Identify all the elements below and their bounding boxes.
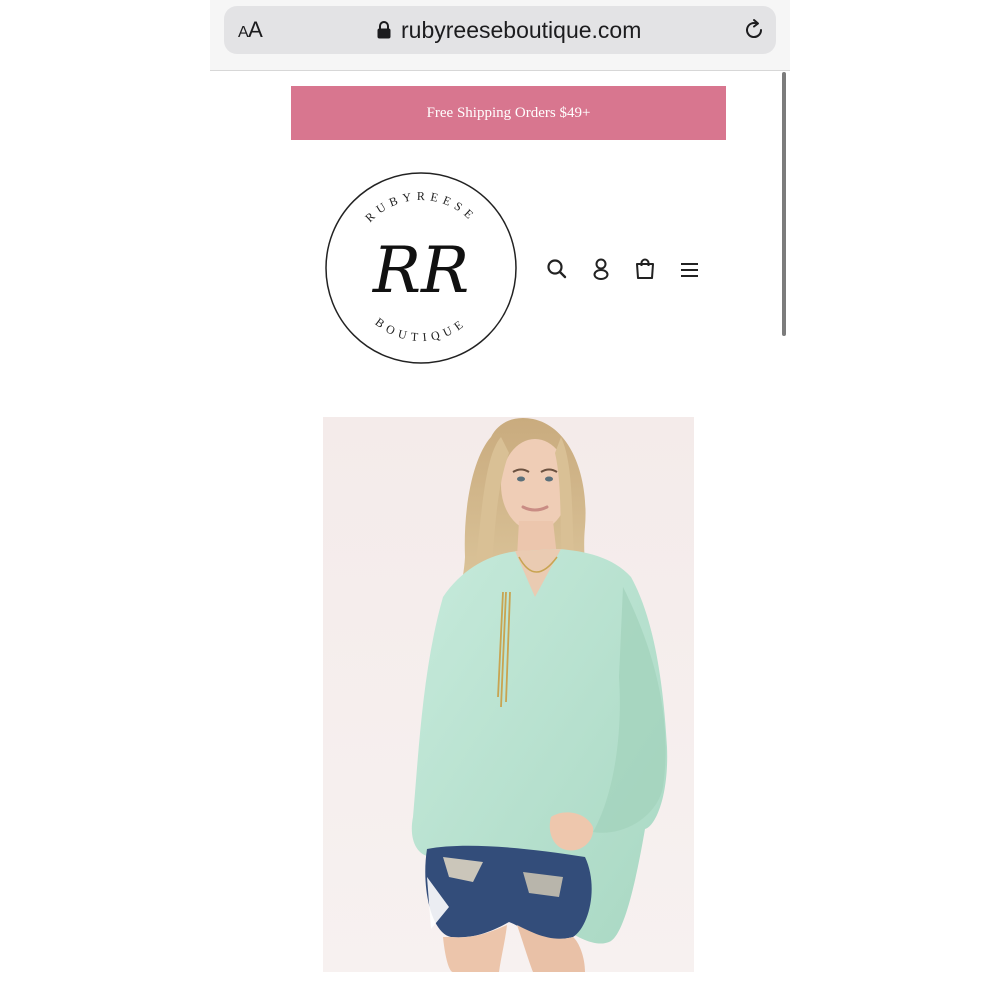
account-icon[interactable] [588,256,614,282]
address-bar[interactable]: AA rubyreeseboutique.com [224,6,776,54]
lock-icon [377,21,391,39]
logo[interactable]: RUBYREESE BOUTIQUE RR [323,170,519,366]
scrollbar[interactable] [782,72,786,336]
reload-icon[interactable] [742,18,766,42]
search-icon[interactable] [544,256,570,282]
logo-bottom-text: BOUTIQUE [373,315,470,345]
url-text[interactable]: rubyreeseboutique.com [401,17,641,43]
logo-top-text: RUBYREESE [362,189,479,225]
cart-icon[interactable] [632,256,658,282]
logo-monogram: RR [372,234,469,308]
browser-toolbar: AA rubyreeseboutique.com [210,0,790,71]
page: AA rubyreeseboutique.com Free Shipping O… [0,0,1000,1000]
text-size-button[interactable]: AA [238,18,263,42]
menu-icon[interactable] [676,256,702,282]
product-image[interactable] [323,417,694,972]
announcement-bar[interactable]: Free Shipping Orders $49+ [291,86,726,140]
